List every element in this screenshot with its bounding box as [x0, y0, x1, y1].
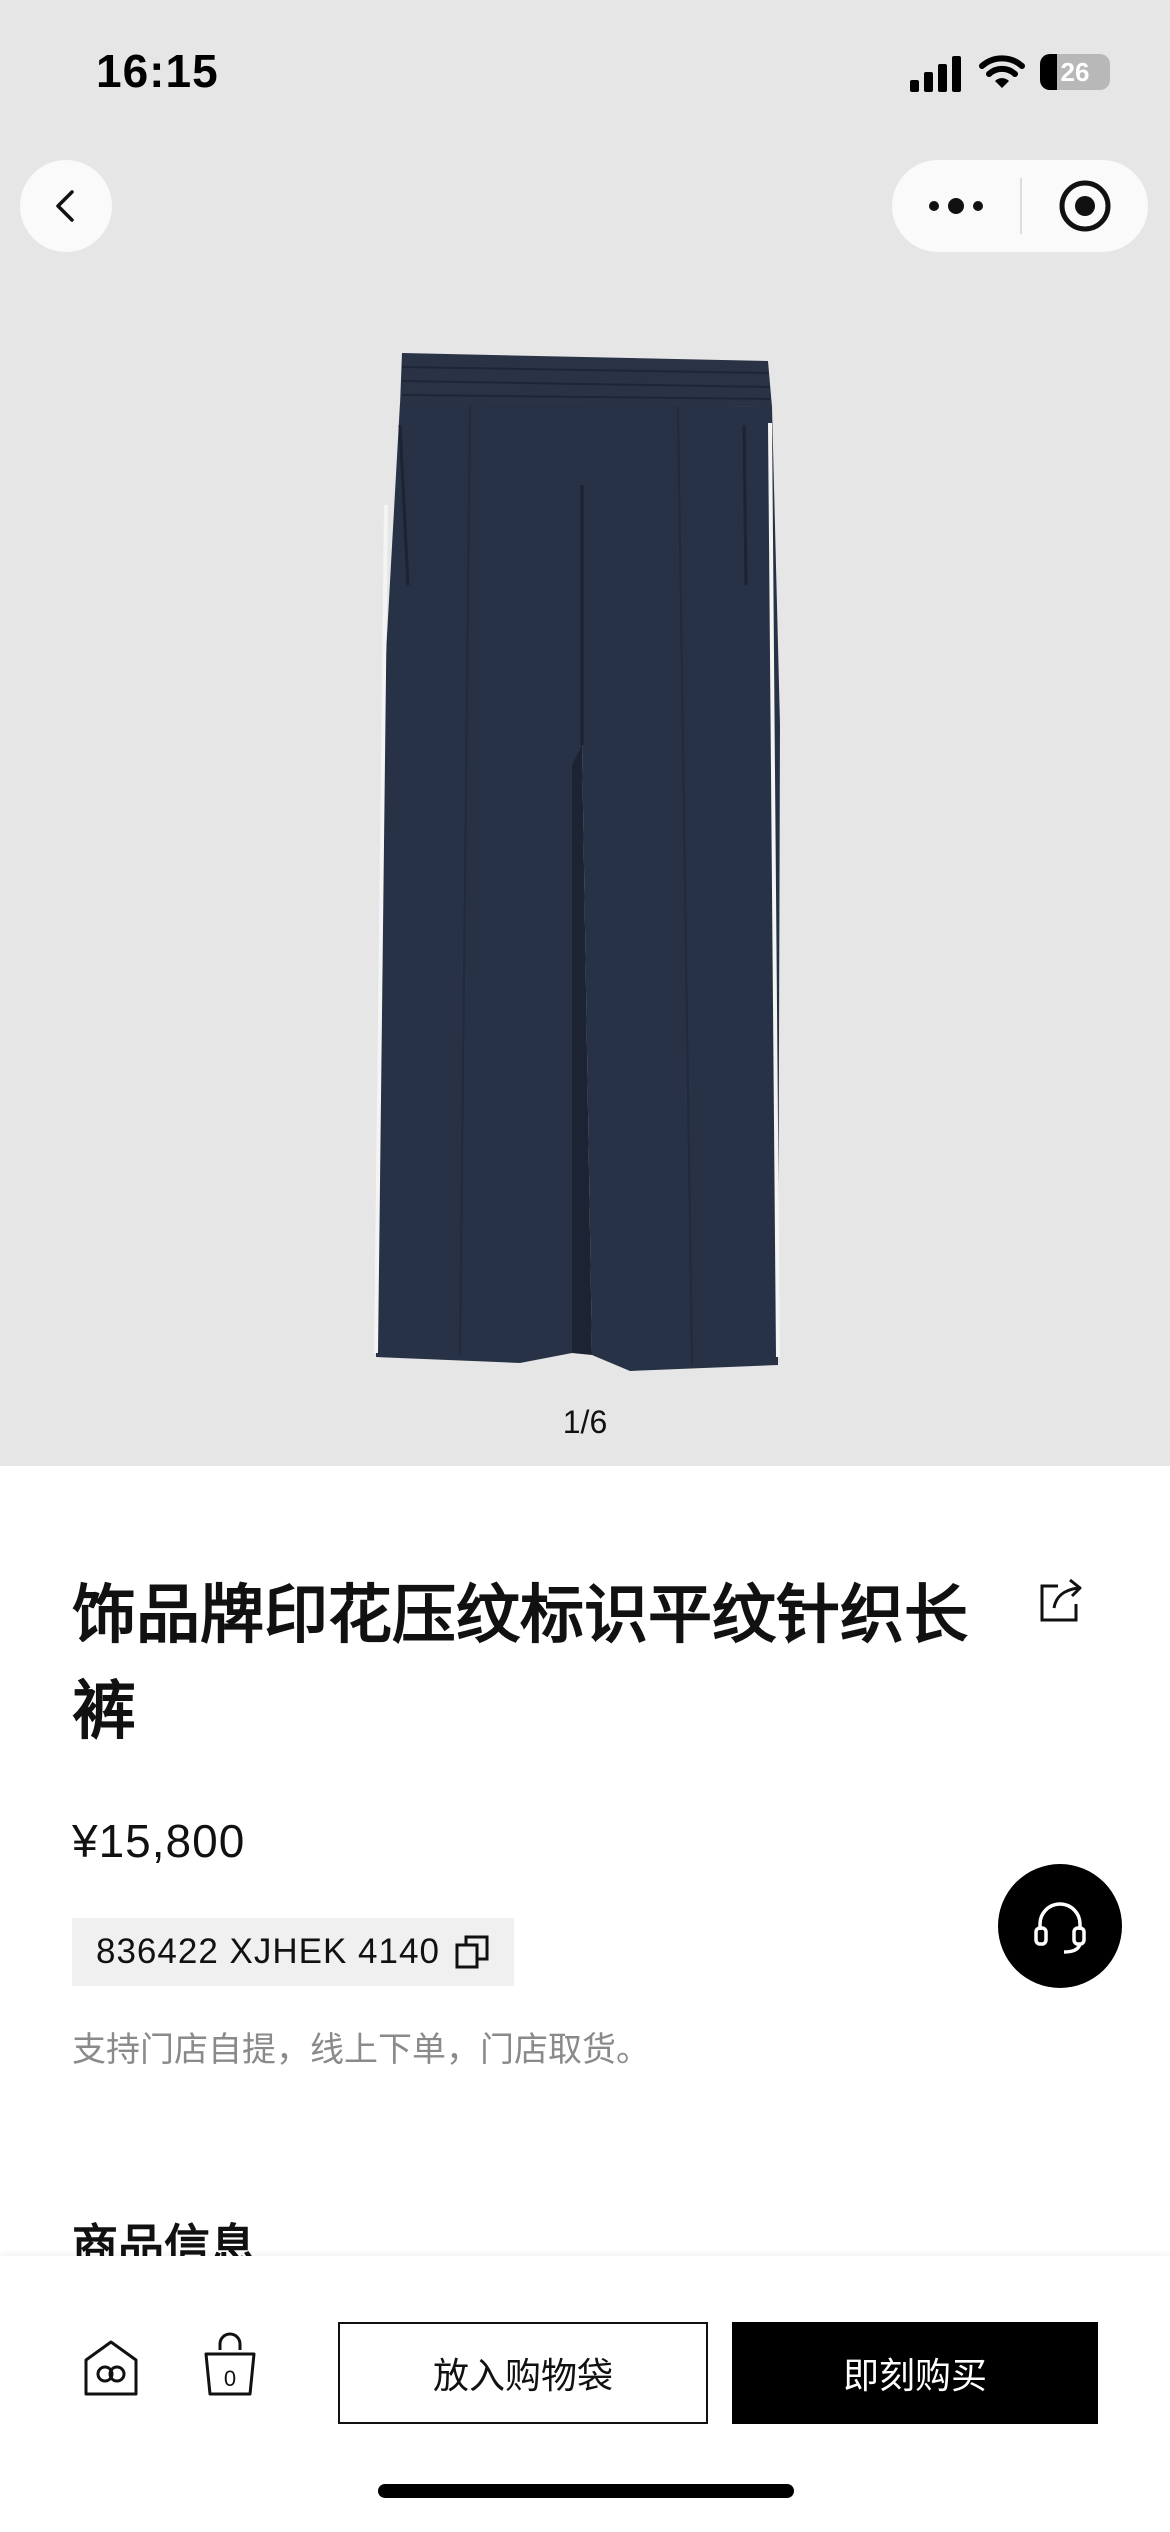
- product-title: 饰品牌印花压纹标识平纹针织长裤: [72, 1579, 968, 1749]
- gucci-home-icon[interactable]: [80, 2338, 142, 2400]
- wifi-icon: [979, 55, 1025, 88]
- share-icon[interactable]: [1036, 1576, 1086, 1626]
- pickup-note: 支持门店自提，线上下单，门店取货。: [72, 2030, 650, 2070]
- more-dots-icon: [929, 198, 983, 214]
- more-button[interactable]: [892, 160, 1020, 252]
- shopping-bag-button[interactable]: 0: [200, 2332, 260, 2398]
- sku-code: 836422 XJHEK 4140: [96, 1932, 440, 1971]
- customer-service-button[interactable]: [998, 1864, 1122, 1988]
- headset-icon: [1034, 1902, 1086, 1954]
- battery-level: 26: [1060, 56, 1090, 87]
- product-price: ¥15,800: [72, 1815, 246, 1867]
- status-time: 16:15: [96, 45, 219, 97]
- copy-icon[interactable]: [454, 1934, 490, 1970]
- chevron-left-icon: [56, 190, 74, 222]
- signal-icon: [910, 52, 964, 92]
- home-indicator: [378, 2484, 794, 2498]
- target-circle-icon: [1059, 180, 1111, 232]
- battery-icon: 26: [1040, 54, 1110, 90]
- status-icons: 26: [910, 50, 1110, 94]
- bottom-action-bar: 0 放入购物袋 即刻购买: [0, 2256, 1170, 2532]
- buy-now-button[interactable]: 即刻购买: [732, 2322, 1098, 2424]
- shopping-bag-icon: 0: [204, 2332, 256, 2396]
- back-button[interactable]: [20, 160, 112, 252]
- sku-chip[interactable]: 836422 XJHEK 4140: [72, 1918, 514, 1986]
- miniprogram-capsule: [892, 160, 1148, 252]
- gallery-pager: 1/6: [562, 1404, 608, 1440]
- bag-count: 0: [224, 2366, 236, 2391]
- product-image-pants[interactable]: [360, 345, 810, 1385]
- add-to-bag-button[interactable]: 放入购物袋: [338, 2322, 708, 2424]
- status-bar: 16:15 26: [0, 0, 1170, 150]
- close-miniprogram-button[interactable]: [1022, 160, 1148, 252]
